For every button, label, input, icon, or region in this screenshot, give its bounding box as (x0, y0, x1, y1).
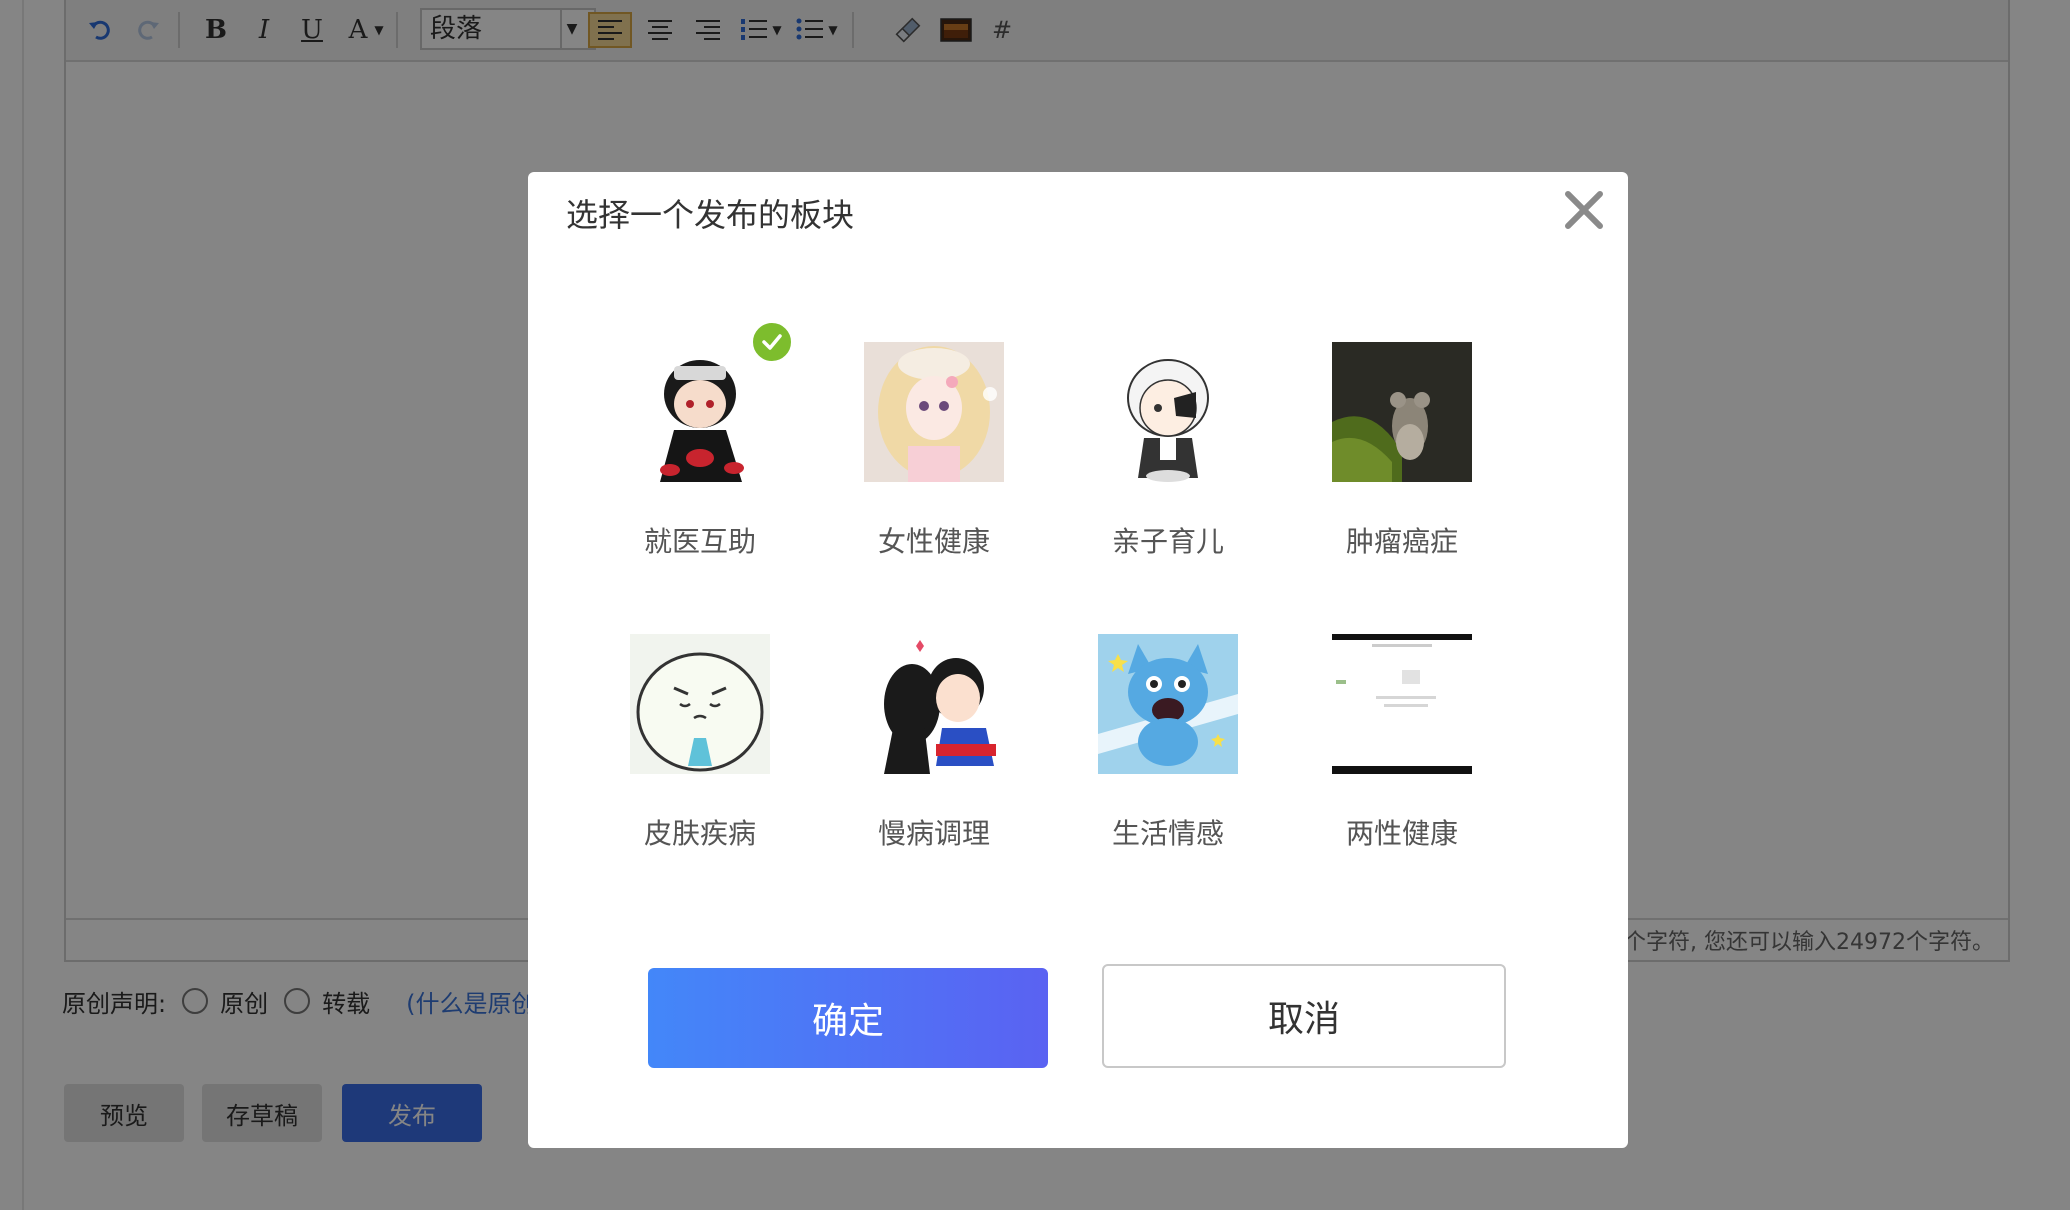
cancel-button[interactable]: 取消 (1102, 964, 1506, 1068)
board-label: 两性健康 (1345, 817, 1458, 850)
board-thumbnail-screenshot (1332, 634, 1472, 774)
board-label: 皮肤疾病 (643, 817, 756, 850)
board-thumbnail-doll (864, 342, 1004, 482)
board-select-dialog: 选择一个发布的板块 就医互助 女性健康 亲子育儿 肿瘤癌症 皮肤疾病 慢病调理 … (528, 172, 1628, 1148)
board-label: 女性健康 (877, 525, 990, 558)
board-thumbnail-white-hair (1098, 342, 1238, 482)
board-label: 就医互助 (643, 525, 756, 558)
board-thumbnail-kiss (864, 634, 1004, 774)
board-label: 亲子育儿 (1111, 525, 1224, 558)
board-thumbnail-blue-cat (1098, 634, 1238, 774)
board-thumbnail-ninja (630, 342, 770, 482)
board-thumbnail-mouse (1332, 342, 1472, 482)
close-icon[interactable] (1560, 186, 1608, 234)
selected-check-icon (750, 320, 794, 364)
dialog-title: 选择一个发布的板块 (566, 196, 855, 234)
confirm-button[interactable]: 确定 (648, 968, 1048, 1068)
board-label: 生活情感 (1111, 817, 1224, 850)
board-label: 慢病调理 (877, 817, 990, 850)
board-label: 肿瘤癌症 (1345, 525, 1458, 558)
board-thumbnail-blob (630, 634, 770, 774)
